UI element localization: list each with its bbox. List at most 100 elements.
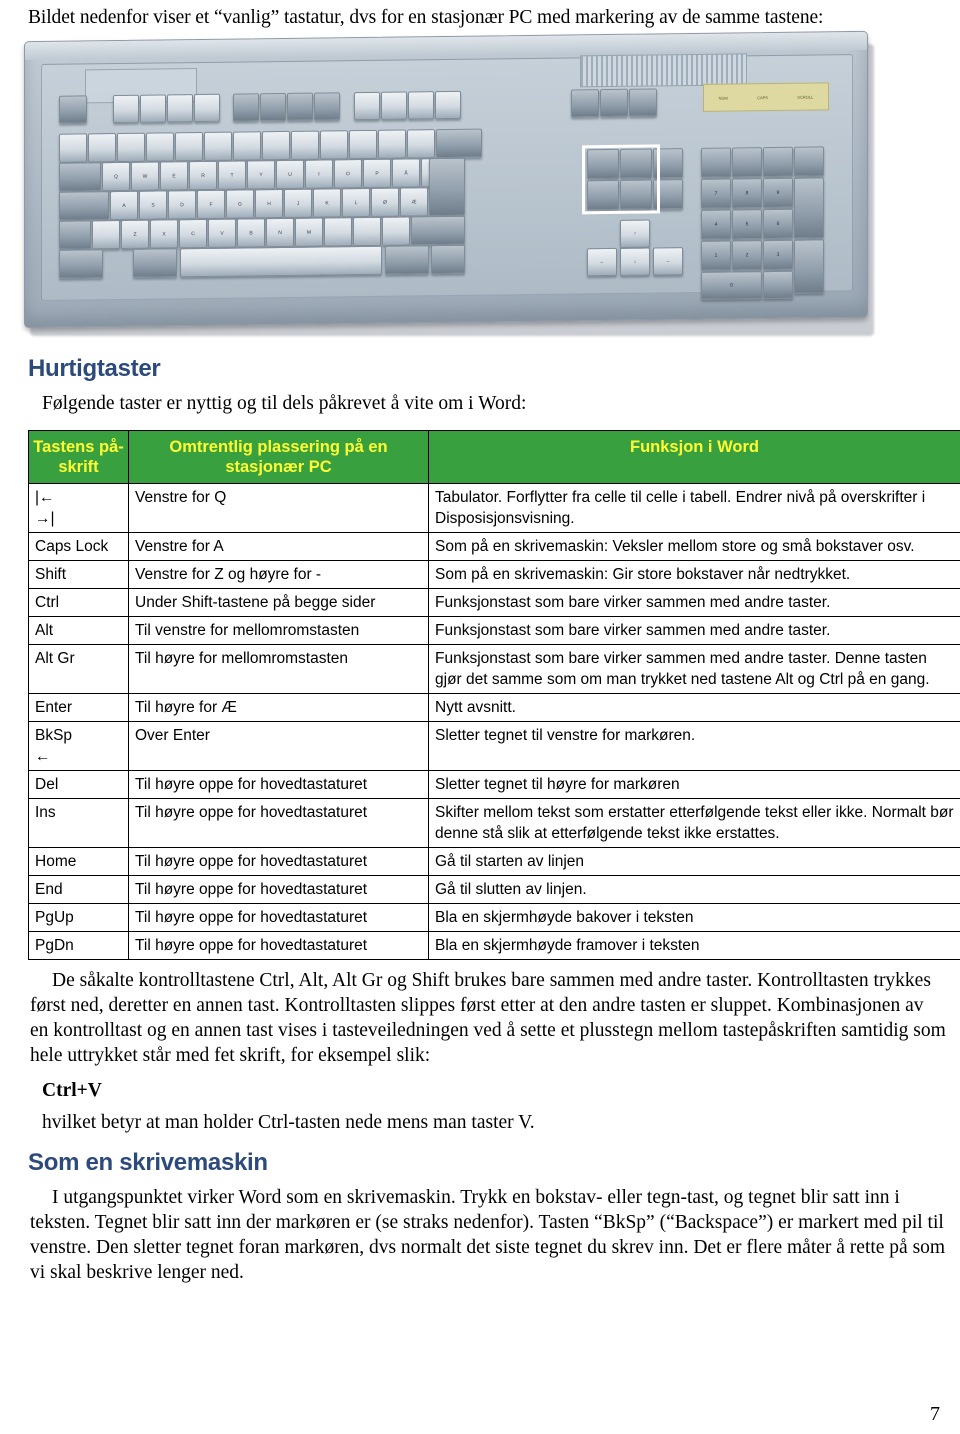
table-row: Del Til høyre oppe for hovedtastaturet S… <box>29 771 960 799</box>
document-page: Bildet nedenfor viser et “vanlig” tastat… <box>0 6 960 1434</box>
cell-keyname: Del <box>29 771 129 799</box>
photo-key-8 <box>291 131 319 160</box>
cell-placement: Til høyre oppe for hovedtastaturet <box>129 876 429 904</box>
photo-key-arrow-up: ↑ <box>620 220 650 248</box>
photo-key-s: S <box>139 190 167 219</box>
cell-function: Skifter mellom tekst som erstatter etter… <box>429 799 960 848</box>
photo-key-r: R <box>189 161 217 190</box>
cell-placement: Til høyre oppe for hovedtastaturet <box>129 848 429 876</box>
nav-cluster-highlight-box <box>582 144 660 214</box>
photo-key-pause <box>629 88 657 116</box>
photo-key-enter <box>429 158 465 216</box>
cell-keyname: Home <box>29 848 129 876</box>
photo-key-d: D <box>168 190 196 219</box>
photo-key-f6 <box>260 93 286 121</box>
photo-key-h: H <box>255 189 283 218</box>
cell-keyname: PgUp <box>29 904 129 932</box>
led-num: NUM <box>719 95 728 100</box>
cell-function: Sletter tegnet til høyre for markøren <box>429 771 960 799</box>
photo-key-grave <box>59 133 87 162</box>
photo-key-1 <box>88 133 116 162</box>
photo-key-shift-right <box>411 216 465 246</box>
cell-placement: Til høyre oppe for hovedtastaturet <box>129 932 429 960</box>
photo-key-caps-lock <box>59 191 109 221</box>
photo-key-j: J <box>284 189 312 218</box>
photo-key-shift-left <box>59 220 91 249</box>
led-caps: CAPS <box>757 95 768 100</box>
typewriter-paragraph: I utgangspunktet virker Word som en skri… <box>14 1185 946 1285</box>
photo-key-v: V <box>208 219 236 248</box>
photo-key-scroll-lock <box>600 89 628 117</box>
keyboard-vent-grille <box>580 53 747 87</box>
keyboard-photo: NUM CAPS SCROLL <box>24 36 874 341</box>
photo-key-f12 <box>435 91 461 119</box>
photo-key-alt-left <box>133 248 177 278</box>
table-row: Home Til høyre oppe for hovedtastaturet … <box>29 848 960 876</box>
intro-paragraph: Bildet nedenfor viser et “vanlig” tastat… <box>28 6 946 30</box>
photo-key-spacebar <box>180 246 382 277</box>
photo-numpad-7: 7 <box>701 179 731 209</box>
photo-numpad-6: 6 <box>763 209 793 239</box>
photo-key-y: Y <box>247 160 275 189</box>
photo-key-f5 <box>233 93 259 121</box>
photo-numpad-5: 5 <box>732 209 762 239</box>
table-row: Alt Gr Til høyre for mellomromstasten Fu… <box>29 645 960 694</box>
photo-key-f: F <box>197 190 225 219</box>
photo-key-i: I <box>305 159 333 188</box>
photo-key-l: L <box>342 188 370 217</box>
photo-key-f7 <box>287 93 313 121</box>
photo-key-c: C <box>179 219 207 248</box>
photo-numpad-plus <box>794 177 824 238</box>
photo-numpad-multiply <box>763 147 793 177</box>
keyboard-led-panel: NUM CAPS SCROLL <box>703 82 829 112</box>
keyboard-body: NUM CAPS SCROLL <box>24 31 868 328</box>
cell-function: Gå til starten av linjen <box>429 848 960 876</box>
table-row: Alt Til venstre for mellomromstasten Fun… <box>29 617 960 645</box>
column-header-placement: Omtrentlig plassering på en stasjonær PC <box>129 431 429 484</box>
photo-key-o: O <box>334 159 362 188</box>
page-number: 7 <box>930 1403 940 1426</box>
cell-keyname: PgDn <box>29 932 129 960</box>
photo-key-g: G <box>226 189 254 218</box>
quickkeys-lead-paragraph: Følgende taster er nyttig og til dels på… <box>14 391 946 416</box>
cell-keyname: |← →| <box>29 484 129 533</box>
cell-placement: Over Enter <box>129 722 429 771</box>
photo-key-backslash <box>407 129 435 158</box>
photo-key-x: X <box>150 219 178 248</box>
photo-key-f1 <box>113 95 139 123</box>
photo-numpad-4: 4 <box>701 210 731 240</box>
photo-numpad-divide <box>732 147 762 177</box>
cell-placement: Venstre for Z og høyre for - <box>129 561 429 589</box>
photo-key-w: W <box>131 162 159 191</box>
photo-key-comma <box>324 217 352 246</box>
photo-key-z: Z <box>121 220 149 249</box>
photo-numpad-0: 0 <box>701 271 762 300</box>
table-row: PgDn Til høyre oppe for hovedtastaturet … <box>29 932 960 960</box>
photo-numpad-8: 8 <box>732 178 762 208</box>
photo-numpad-9: 9 <box>763 178 793 208</box>
cell-keyname: Alt Gr <box>29 645 129 694</box>
heading-som-en-skrivemaskin: Som en skrivemaskin <box>28 1149 946 1177</box>
photo-key-n: N <box>266 218 294 247</box>
photo-key-alt-gr <box>385 245 429 275</box>
photo-key-plus <box>378 129 406 158</box>
cell-function: Bla en skjermhøyde framover i teksten <box>429 932 960 960</box>
column-header-keyname: Tastens på-skrift <box>29 431 129 484</box>
cell-function: Bla en skjermhøyde bakover i teksten <box>429 904 960 932</box>
cell-keyname: Ctrl <box>29 589 129 617</box>
photo-key-ctrl-left <box>59 249 103 279</box>
photo-key-arrow-right: → <box>653 247 683 275</box>
photo-key-5 <box>204 132 232 161</box>
table-row: Ctrl Under Shift-tastene på begge sider … <box>29 589 960 617</box>
photo-key-esc <box>59 95 87 123</box>
photo-key-oslash: Ø <box>371 188 399 217</box>
photo-key-period <box>353 217 381 246</box>
cell-placement: Til høyre for mellomromstasten <box>129 645 429 694</box>
photo-key-arrow-left: ← <box>587 248 617 276</box>
photo-key-f4 <box>194 94 220 122</box>
cell-keyname: Alt <box>29 617 129 645</box>
cell-function: Som på en skrivemaskin: Gir store boksta… <box>429 561 960 589</box>
column-header-function: Funksjon i Word <box>429 431 960 484</box>
table-row: BkSp ← Over Enter Sletter tegnet til ven… <box>29 722 960 771</box>
photo-key-backspace <box>436 129 482 159</box>
